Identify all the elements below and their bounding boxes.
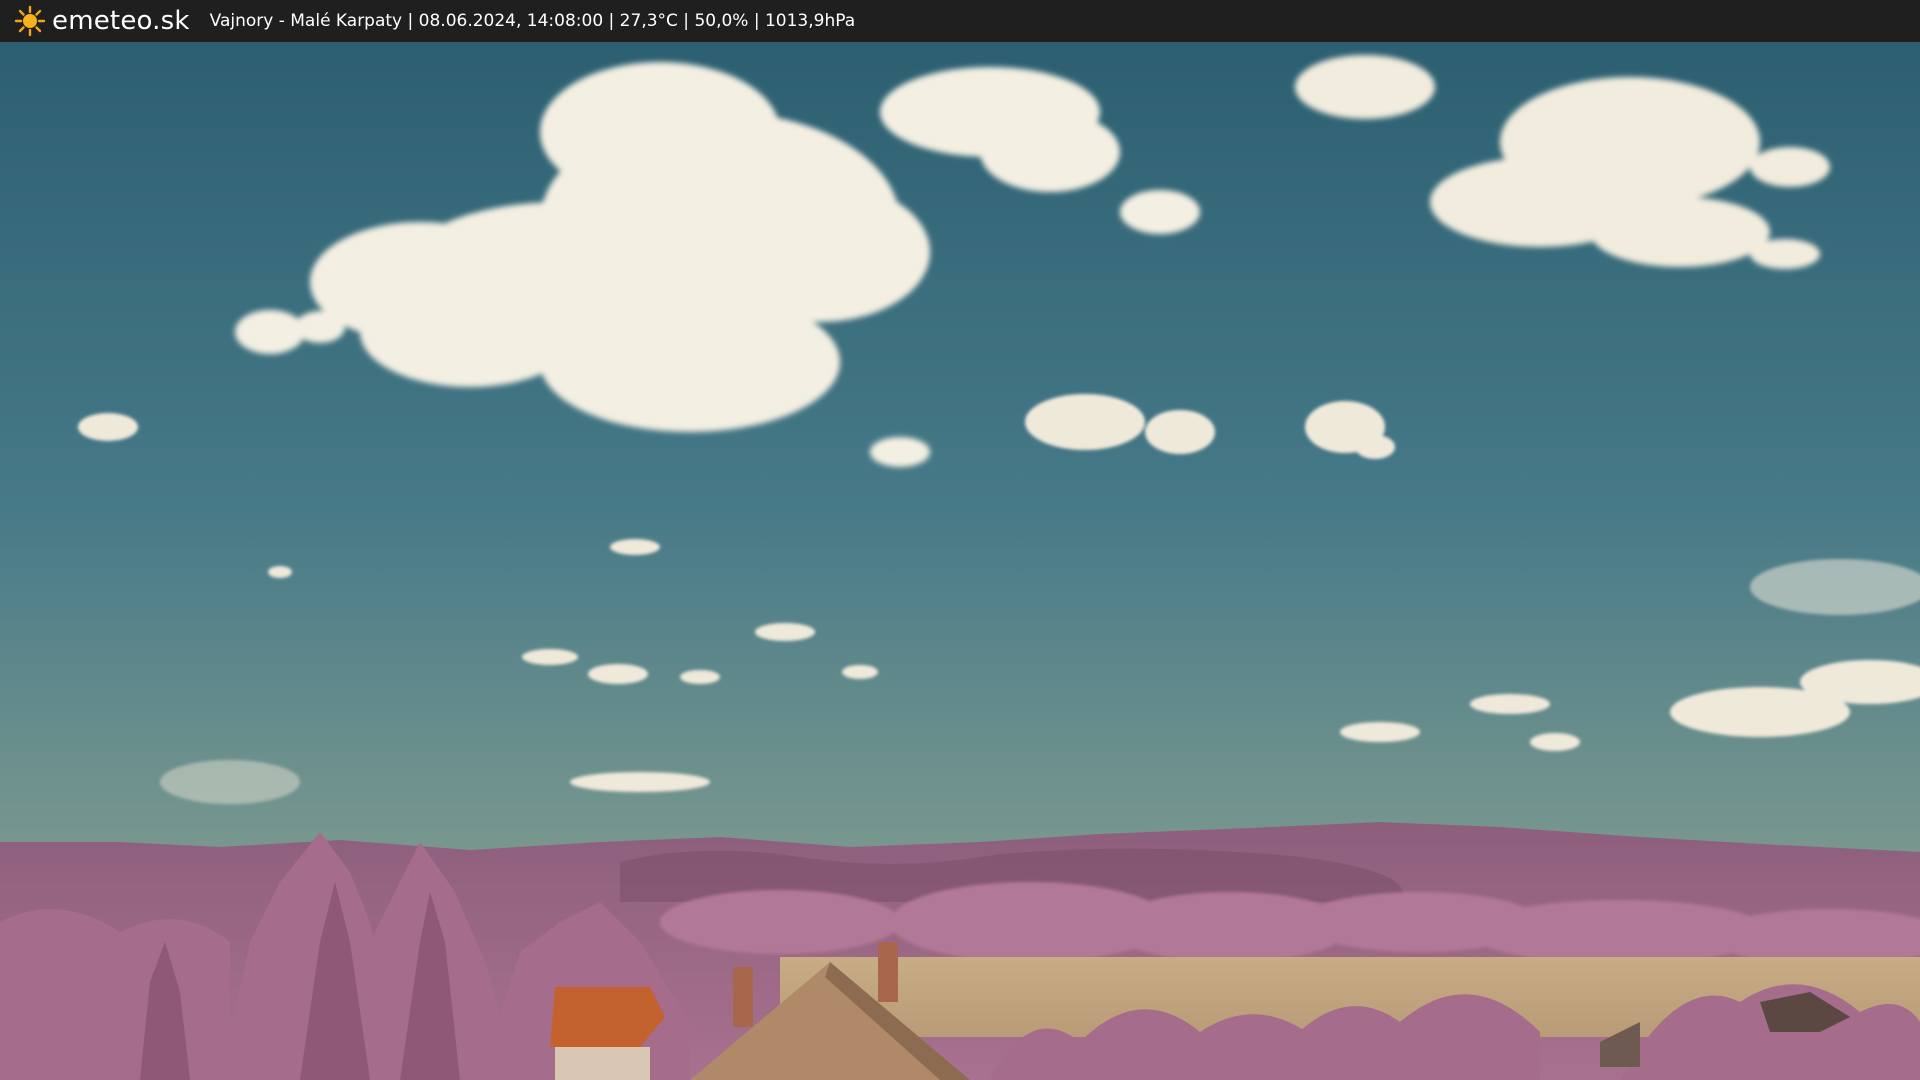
sun-icon: [14, 5, 46, 37]
weather-info: Vajnory - Malé Karpaty | 08.06.2024, 14:…: [209, 11, 856, 31]
house-red-roof: [550, 987, 665, 1080]
brand-name[interactable]: emeteo.sk: [52, 6, 190, 36]
webcam-image: [0, 42, 1920, 1080]
webcam-frame: emeteo.sk Vajnory - Malé Karpaty | 08.06…: [0, 0, 1920, 1080]
header-bar: emeteo.sk Vajnory - Malé Karpaty | 08.06…: [0, 0, 1920, 42]
